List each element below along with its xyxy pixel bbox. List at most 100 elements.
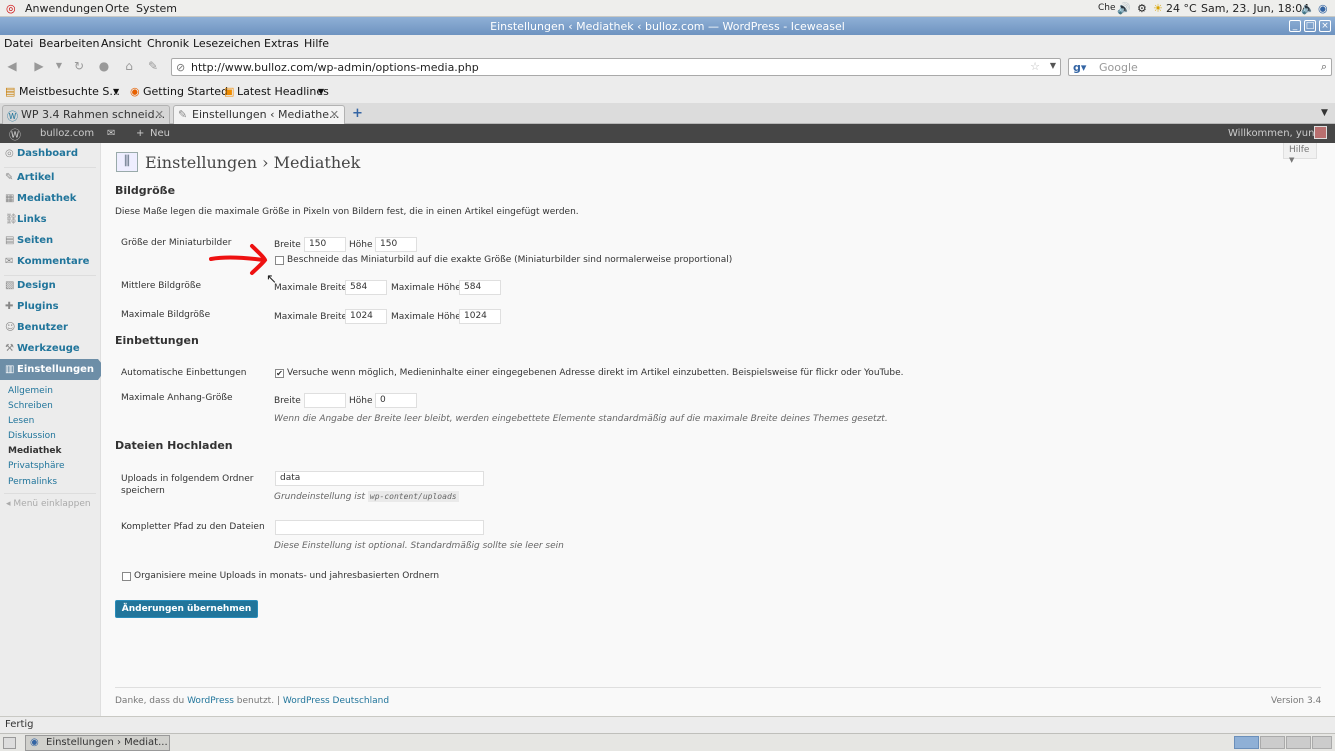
history-dropdown-icon[interactable]: ▼: [52, 59, 66, 73]
taskbar-window-button[interactable]: ◉ Einstellungen › Mediat...: [25, 735, 170, 751]
submenu-schreiben[interactable]: Schreiben: [8, 401, 53, 411]
bookmark-most-visited[interactable]: Meistbesuchte S...: [19, 85, 120, 98]
adminbar-new[interactable]: Neu: [150, 128, 170, 139]
new-tab-icon[interactable]: +: [352, 106, 363, 121]
sidebar-item-dashboard[interactable]: ◎ Dashboard: [5, 148, 78, 159]
tab-einstellungen[interactable]: ✎ Einstellungen ‹ Mediathe... ✕: [173, 105, 345, 124]
chevron-down-icon: ▼: [1289, 156, 1295, 164]
sidebar-item-artikel[interactable]: ✎ Artikel: [5, 172, 54, 183]
menu-ansicht[interactable]: Ansicht: [101, 37, 142, 50]
thumb-width-input[interactable]: 150: [304, 237, 346, 252]
menu-system[interactable]: System: [136, 2, 177, 15]
workspace-2[interactable]: [1260, 736, 1285, 749]
stop-icon[interactable]: ●: [97, 59, 111, 73]
clock[interactable]: Sam, 23. Jun, 18:04: [1201, 2, 1309, 15]
menu-applications[interactable]: Anwendungen: [25, 2, 104, 15]
close-icon[interactable]: ×: [1319, 20, 1331, 32]
tab-list-icon[interactable]: ▼: [1321, 108, 1328, 118]
submenu-lesen[interactable]: Lesen: [8, 416, 34, 426]
forward-icon[interactable]: ▶: [32, 59, 46, 73]
workspace-1[interactable]: [1234, 736, 1259, 749]
search-bar[interactable]: g▾ Google ⌕: [1068, 58, 1332, 76]
sidebar-item-seiten[interactable]: ▤ Seiten: [5, 235, 53, 246]
google-icon[interactable]: g▾: [1073, 61, 1086, 74]
crop-checkbox[interactable]: [275, 256, 284, 265]
tab-wp-rahmen[interactable]: Ⓦ WP 3.4 Rahmen schneid... ✕: [2, 105, 170, 124]
user-icon[interactable]: ◉: [1318, 2, 1328, 15]
submenu-allgemein[interactable]: Allgemein: [8, 386, 53, 396]
large-width-input[interactable]: 1024: [345, 309, 387, 324]
url-bar[interactable]: ⊘ http://www.bulloz.com/wp-admin/options…: [171, 58, 1061, 76]
submenu-mediathek[interactable]: Mediathek: [8, 446, 61, 456]
footer-wordpress-de-link[interactable]: WordPress Deutschland: [283, 696, 389, 706]
menu-chronik[interactable]: Chronik: [147, 37, 189, 50]
menu-hilfe[interactable]: Hilfe: [304, 37, 329, 50]
medium-width-input[interactable]: 584: [345, 280, 387, 295]
bookmark-latest-headlines[interactable]: Latest Headlines: [237, 85, 329, 98]
url-text[interactable]: http://www.bulloz.com/wp-admin/options-m…: [191, 61, 479, 74]
keyboard-indicator[interactable]: Che: [1098, 3, 1116, 13]
maximize-icon[interactable]: □: [1304, 20, 1316, 32]
speaker-icon[interactable]: 🔈: [1301, 2, 1315, 15]
large-height-input[interactable]: 1024: [459, 309, 501, 324]
submenu-permalinks[interactable]: Permalinks: [8, 477, 57, 487]
close-icon[interactable]: ✕: [155, 108, 164, 121]
organize-uploads-checkbox[interactable]: [122, 572, 131, 581]
thumb-height-input[interactable]: 150: [375, 237, 417, 252]
sidebar-item-einstellungen[interactable]: ▥ Einstellungen: [5, 364, 94, 375]
menu-bearbeiten[interactable]: Bearbeiten: [39, 37, 99, 50]
workspace-3[interactable]: [1286, 736, 1311, 749]
network-icon[interactable]: ⚙: [1137, 2, 1147, 15]
close-icon[interactable]: ✕: [330, 108, 339, 121]
upload-folder-input[interactable]: data: [275, 471, 484, 486]
adminbar-site[interactable]: bulloz.com: [40, 128, 94, 139]
home-icon[interactable]: ⌂: [122, 59, 136, 73]
chevron-down-icon[interactable]: ▼: [318, 87, 324, 96]
menu-places[interactable]: Orte: [105, 2, 129, 15]
sidebar-item-mediathek[interactable]: ▦ Mediathek: [5, 193, 76, 204]
menu-extras[interactable]: Extras: [264, 37, 299, 50]
footer-wordpress-link[interactable]: WordPress: [187, 696, 234, 706]
submenu-diskussion[interactable]: Diskussion: [8, 431, 56, 441]
embed-height-input[interactable]: 0: [375, 393, 417, 408]
menu-lesezeichen[interactable]: Lesezeichen: [193, 37, 261, 50]
sidebar-item-werkzeuge[interactable]: ⚒ Werkzeuge: [5, 343, 80, 354]
section-heading-uploads: Dateien Hochladen: [115, 439, 233, 452]
sidebar-item-links[interactable]: ⛓Links: [5, 214, 47, 225]
search-icon[interactable]: ⌕: [1321, 60, 1327, 74]
sidebar-item-kommentare[interactable]: ✉ Kommentare: [5, 256, 89, 267]
show-desktop-icon[interactable]: [3, 737, 16, 749]
comments-icon[interactable]: ✉: [107, 128, 115, 139]
navigation-toolbar: ◀ ▶ ▼ ↻ ● ⌂ ✎ ⊘ http://www.bulloz.com/wp…: [0, 53, 1335, 80]
collapse-menu[interactable]: ◂ Menü einklappen: [6, 499, 91, 509]
sidebar-item-design[interactable]: ▧ Design: [5, 280, 56, 291]
save-changes-button[interactable]: Änderungen übernehmen: [115, 600, 258, 618]
avatar[interactable]: [1314, 126, 1327, 139]
bookmark-getting-started[interactable]: Getting Started: [143, 85, 228, 98]
sidebar-item-plugins[interactable]: ✚ Plugins: [5, 301, 59, 312]
medium-height-input[interactable]: 584: [459, 280, 501, 295]
reload-icon[interactable]: ↻: [72, 59, 86, 73]
plugin-icon: ✚: [5, 301, 14, 312]
search-placeholder[interactable]: Google: [1099, 61, 1138, 74]
full-path-input[interactable]: [275, 520, 484, 535]
volume-icon[interactable]: 🔊: [1117, 2, 1131, 15]
wordpress-icon[interactable]: Ⓦ: [9, 126, 21, 143]
menu-datei[interactable]: Datei: [4, 37, 33, 50]
back-icon[interactable]: ◀: [5, 59, 19, 73]
help-tab[interactable]: Hilfe ▼: [1283, 143, 1317, 164]
debian-icon[interactable]: ◎: [6, 2, 16, 15]
submenu-privatsphaere[interactable]: Privatsphäre: [8, 461, 65, 471]
bookmark-tool-icon[interactable]: ✎: [146, 59, 160, 73]
adminbar-welcome[interactable]: Willkommen, yuna: [1228, 128, 1321, 139]
minimize-icon[interactable]: _: [1289, 20, 1301, 32]
workspace-4[interactable]: [1312, 736, 1332, 749]
temperature[interactable]: 24 °C: [1166, 2, 1197, 15]
url-dropdown-icon[interactable]: ▼: [1050, 61, 1056, 70]
auto-embeds-checkbox[interactable]: ✔: [275, 369, 284, 378]
sidebar-item-benutzer[interactable]: ☺ Benutzer: [5, 322, 68, 333]
embed-width-input[interactable]: [304, 393, 346, 408]
star-icon[interactable]: ☆: [1030, 60, 1040, 73]
plus-icon[interactable]: +: [136, 128, 144, 139]
chevron-down-icon[interactable]: ▼: [113, 87, 119, 96]
